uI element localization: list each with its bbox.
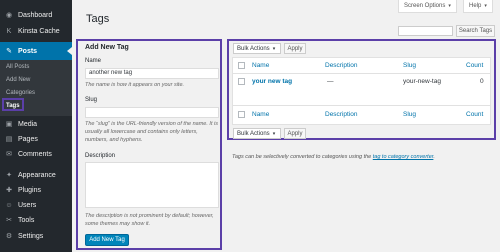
media-icon: ▣: [5, 121, 13, 128]
dashboard-icon: ◉: [5, 12, 13, 19]
plugins-icon: ✚: [6, 187, 12, 194]
tags-table: [232, 57, 491, 125]
caret-down-icon: ▾: [448, 3, 451, 9]
converter-note-end: .: [433, 154, 435, 160]
menu-kinsta-cache[interactable]: K Kinsta Cache: [0, 24, 72, 38]
column-footer-slug[interactable]: Slug: [403, 111, 416, 118]
menu-media[interactable]: ▣ Media: [0, 117, 72, 131]
menu-label: Kinsta Cache: [18, 27, 60, 35]
comments-icon: ✉: [6, 151, 12, 158]
select-all-checkbox-footer[interactable]: [238, 111, 245, 118]
name-label: Name: [85, 58, 102, 64]
bulk-actions-select-bottom[interactable]: Bulk Actions ▾: [233, 128, 281, 139]
menu-posts[interactable]: ✎ Posts: [0, 42, 72, 60]
converter-note: Tags can be selectively converted to cat…: [232, 154, 435, 160]
tag-description-field[interactable]: [85, 162, 219, 208]
tag-name-field[interactable]: another new tag: [85, 68, 219, 79]
menu-pages[interactable]: ▤ Pages: [0, 132, 72, 146]
apply-button-bottom[interactable]: Apply: [284, 128, 306, 139]
column-footer-description[interactable]: Description: [325, 111, 358, 118]
slug-label: Slug: [85, 97, 98, 103]
tag-category-converter-link[interactable]: tag to category converter: [373, 154, 434, 160]
users-icon: ☺: [5, 201, 13, 209]
bulk-actions-label: Bulk Actions: [237, 130, 270, 137]
bulk-actions-label: Bulk Actions: [237, 45, 270, 52]
column-header-slug[interactable]: Slug: [403, 62, 416, 69]
admin-sidebar: ◉ Dashboard K Kinsta Cache ✎ Posts All P…: [0, 0, 72, 252]
tag-count-link[interactable]: 0: [480, 78, 484, 85]
menu-label: Tools: [18, 216, 35, 224]
submenu-categories[interactable]: Categories: [6, 90, 35, 96]
caret-down-icon: ▾: [484, 3, 487, 9]
apply-button-top[interactable]: Apply: [284, 43, 306, 54]
menu-label: Appearance: [18, 171, 56, 179]
caret-down-icon: ▾: [272, 130, 276, 137]
bulk-actions-select-top[interactable]: Bulk Actions ▾: [233, 43, 281, 54]
menu-plugins[interactable]: ✚ Plugins: [0, 183, 72, 197]
kinsta-icon: K: [6, 27, 12, 35]
menu-appearance[interactable]: ✦ Appearance: [0, 168, 72, 182]
menu-label: Comments: [18, 150, 52, 158]
add-new-tag-button[interactable]: Add New Tag: [85, 234, 129, 246]
description-help-text: The description is not prominent by defa…: [85, 213, 214, 227]
menu-label: Plugins: [18, 186, 41, 194]
description-label: Description: [85, 153, 116, 159]
column-header-description[interactable]: Description: [325, 62, 358, 69]
pin-icon: ✎: [6, 48, 12, 55]
add-tag-heading: Add New Tag: [85, 44, 129, 51]
column-header-name[interactable]: Name: [252, 62, 269, 69]
column-footer-name[interactable]: Name: [252, 111, 269, 118]
menu-label: Dashboard: [18, 11, 53, 19]
tags-highlight: [2, 98, 24, 111]
menu-comments[interactable]: ✉ Comments: [0, 147, 72, 161]
menu-dashboard[interactable]: ◉ Dashboard: [0, 8, 72, 22]
menu-label: Users: [18, 201, 37, 209]
column-footer-count[interactable]: Count: [466, 111, 483, 118]
tag-slug-field[interactable]: [85, 107, 219, 118]
screen-options-button[interactable]: Screen Options ▾: [398, 0, 457, 13]
slug-help-text: The “slug” is the URL-friendly version o…: [85, 121, 218, 143]
select-all-checkbox[interactable]: [238, 62, 245, 69]
tools-icon: ✂: [6, 217, 12, 224]
appearance-icon: ✦: [6, 172, 12, 179]
menu-tools[interactable]: ✂ Tools: [0, 213, 72, 227]
tag-description-cell: —: [327, 78, 334, 85]
search-input[interactable]: [398, 26, 453, 36]
submenu-add-new[interactable]: Add New: [6, 77, 30, 83]
name-help-text: The name is how it appears on your site.: [85, 82, 185, 88]
page-title: Tags: [86, 13, 110, 25]
menu-settings[interactable]: ⚙ Settings: [0, 229, 72, 243]
menu-label: Settings: [18, 232, 44, 240]
table-divider: [232, 73, 491, 74]
help-label: Help: [469, 3, 482, 9]
menu-users[interactable]: ☺ Users: [0, 198, 72, 212]
menu-label: Posts: [18, 47, 38, 55]
settings-icon: ⚙: [5, 233, 13, 240]
menu-label: Pages: [18, 135, 38, 143]
help-button[interactable]: Help ▾: [463, 0, 493, 13]
screen-options-label: Screen Options: [404, 3, 446, 9]
tag-name-link[interactable]: your new tag: [252, 78, 292, 85]
converter-note-text: Tags can be selectively converted to cat…: [232, 154, 372, 160]
pages-icon: ▤: [5, 136, 13, 143]
caret-down-icon: ▾: [272, 45, 276, 52]
menu-label: Media: [18, 120, 38, 128]
tag-slug-cell: your-new-tag: [403, 78, 441, 85]
table-divider: [232, 105, 491, 106]
search-tags-button[interactable]: Search Tags: [456, 25, 495, 37]
column-header-count[interactable]: Count: [466, 62, 483, 69]
submenu-all-posts[interactable]: All Posts: [6, 64, 29, 70]
row-checkbox[interactable]: [238, 78, 245, 85]
